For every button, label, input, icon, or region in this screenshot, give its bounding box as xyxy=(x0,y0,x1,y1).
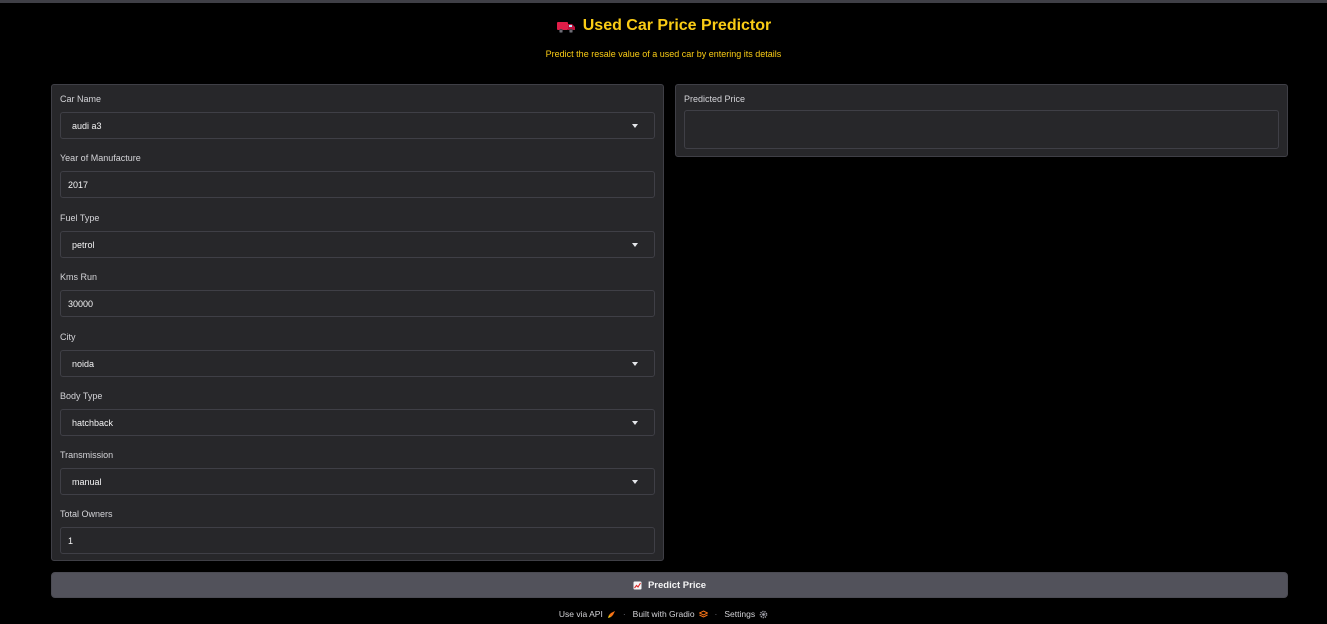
predict-price-button[interactable]: Predict Price xyxy=(51,572,1288,598)
chevron-down-icon xyxy=(632,243,638,247)
transmission-dropdown[interactable]: manual xyxy=(60,468,655,495)
year-value: 2017 xyxy=(68,179,89,190)
car-name-value: audi a3 xyxy=(72,120,102,131)
footer-separator: · xyxy=(714,609,718,619)
built-with-gradio-link[interactable]: Built with Gradio xyxy=(632,609,709,619)
total-owners-input[interactable]: 1 xyxy=(60,527,655,554)
settings-link-label: Settings xyxy=(724,609,756,619)
gear-icon xyxy=(759,610,768,619)
year-label: Year of Manufacture xyxy=(60,153,141,163)
body-type-label: Body Type xyxy=(60,391,103,401)
predict-button-label: Predict Price xyxy=(647,579,707,591)
total-owners-value: 1 xyxy=(68,535,74,546)
city-value: noida xyxy=(72,358,95,369)
city-field: City noida xyxy=(60,330,655,377)
kms-run-field: Kms Run 30000 xyxy=(60,270,655,317)
city-label: City xyxy=(60,332,76,342)
total-owners-field: Total Owners 1 xyxy=(60,507,655,554)
title-text: Used Car Price Predictor xyxy=(582,17,772,34)
footer-separator: · xyxy=(622,609,626,619)
year-field: Year of Manufacture 2017 xyxy=(60,151,655,198)
top-border-line xyxy=(0,0,1327,3)
fuel-type-label: Fuel Type xyxy=(60,213,100,223)
body-type-value: hatchback xyxy=(72,417,114,428)
page-title: Used Car Price Predictor xyxy=(556,14,772,38)
predicted-price-field: Predicted Price xyxy=(684,92,1279,106)
body-type-dropdown[interactable]: hatchback xyxy=(60,409,655,436)
city-dropdown[interactable]: noida xyxy=(60,350,655,377)
chevron-down-icon xyxy=(632,124,638,128)
page-subtitle: Predict the resale value of a used car b… xyxy=(545,49,782,59)
chevron-down-icon xyxy=(632,421,638,425)
output-panel: Predicted Price xyxy=(675,84,1288,157)
delivery-truck-icon xyxy=(556,18,576,34)
rocket-icon xyxy=(607,610,616,619)
fuel-type-field: Fuel Type petrol xyxy=(60,211,655,258)
use-via-api-link[interactable]: Use via API xyxy=(559,609,616,619)
body-type-field: Body Type hatchback xyxy=(60,389,655,436)
app-header: Used Car Price Predictor Predict the res… xyxy=(0,14,1327,59)
year-input[interactable]: 2017 xyxy=(60,171,655,198)
footer: Use via API · Built with Gradio · Settin… xyxy=(0,609,1327,619)
fuel-type-dropdown[interactable]: petrol xyxy=(60,231,655,258)
car-name-label: Car Name xyxy=(60,94,102,104)
predicted-price-output[interactable] xyxy=(684,110,1279,149)
car-name-dropdown[interactable]: audi a3 xyxy=(60,112,655,139)
chevron-down-icon xyxy=(632,480,638,484)
kms-run-input[interactable]: 30000 xyxy=(60,290,655,317)
total-owners-label: Total Owners xyxy=(60,509,113,519)
transmission-field: Transmission manual xyxy=(60,448,655,495)
kms-run-value: 30000 xyxy=(68,298,94,309)
settings-link[interactable]: Settings xyxy=(724,609,768,619)
input-form-panel: Car Name audi a3 Year of Manufacture 201… xyxy=(51,84,664,561)
kms-run-label: Kms Run xyxy=(60,272,98,282)
api-link-label: Use via API xyxy=(558,609,603,619)
car-name-field: Car Name audi a3 xyxy=(60,92,655,139)
transmission-label: Transmission xyxy=(60,450,114,460)
gradio-logo-icon xyxy=(697,609,709,619)
chevron-down-icon xyxy=(632,362,638,366)
transmission-value: manual xyxy=(72,476,102,487)
fuel-type-value: petrol xyxy=(72,239,95,250)
chart-icon xyxy=(633,581,642,590)
gradio-link-label: Built with Gradio xyxy=(632,609,695,619)
predicted-price-label: Predicted Price xyxy=(684,94,746,104)
